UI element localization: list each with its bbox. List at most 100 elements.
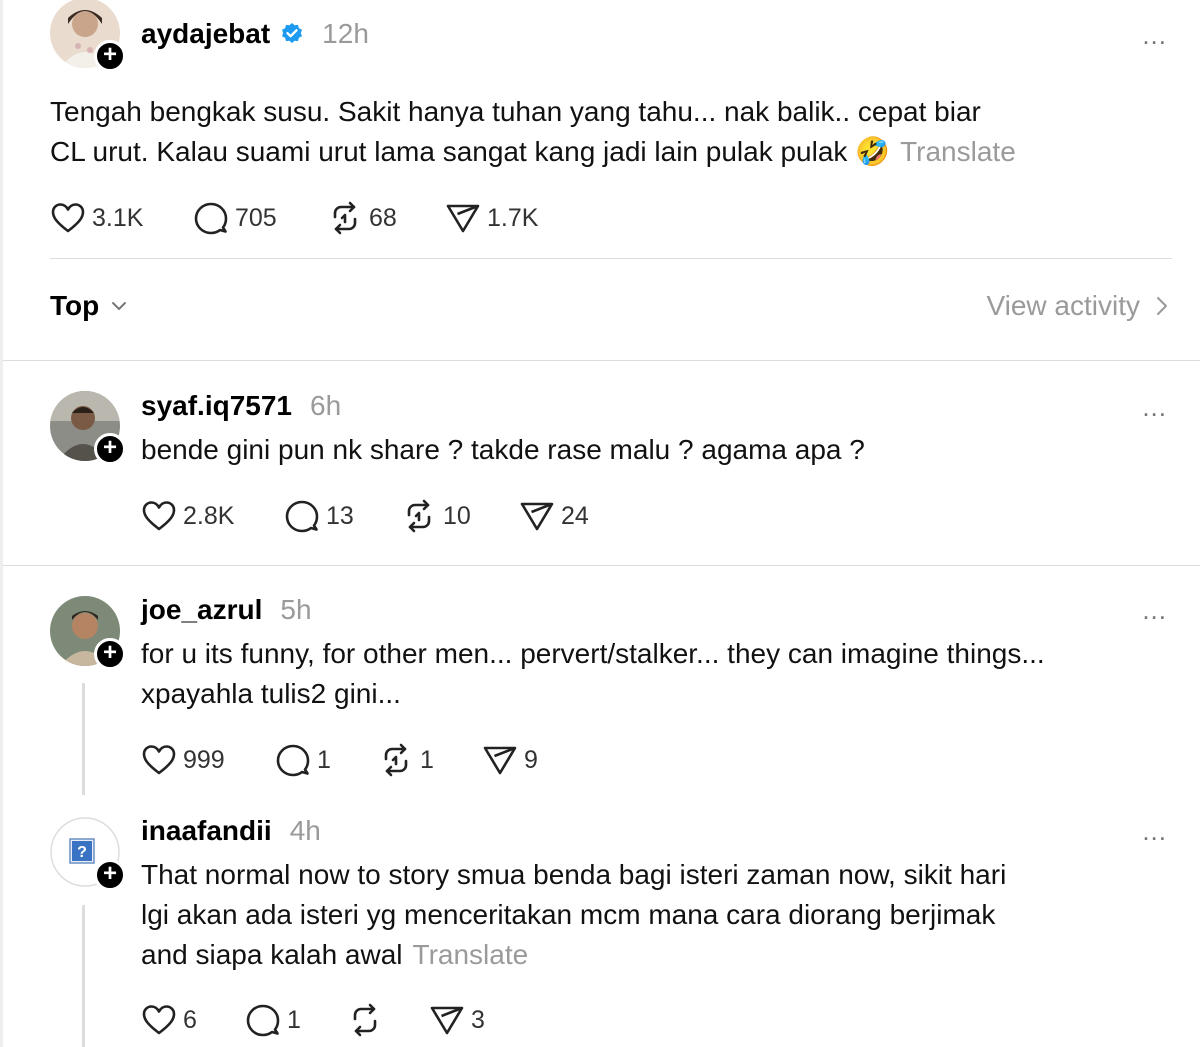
repost-count: 10 (443, 501, 471, 530)
repost-button[interactable]: 68 (327, 200, 445, 236)
reply-count: 1 (317, 745, 331, 774)
translate-link[interactable]: Translate (900, 136, 1016, 167)
avatar[interactable]: + (50, 0, 126, 72)
reply-text-line: That normal now to story smua benda bagi… (141, 859, 1007, 890)
post-text-line: CL urut. Kalau suami urut lama sangat ka… (50, 132, 1150, 172)
reply-text-line: for u its funny, for other men... perver… (141, 638, 1045, 669)
like-count: 3.1K (92, 203, 144, 232)
heart-icon (142, 501, 176, 531)
main-post: + aydajebat 12h ... Tengah bengkak susu.… (0, 0, 1200, 260)
reply-button[interactable]: 1 (245, 1002, 347, 1038)
chevron-right-icon (1157, 297, 1167, 315)
avatar[interactable]: + (50, 596, 126, 670)
reply-count: 1 (287, 1005, 301, 1034)
reply-text: bende gini pun nk share ? takde rase mal… (141, 434, 865, 465)
reply-time: 5h (280, 594, 312, 625)
reply-post: + syaf.iq7571 6h ... bende gini pun nk s… (0, 360, 1200, 565)
avatar[interactable]: ? + (50, 817, 126, 891)
share-count: 9 (524, 745, 538, 774)
more-options-button[interactable]: ... (1142, 22, 1167, 48)
rofl-emoji: 🤣 (855, 136, 891, 167)
like-button[interactable]: 2.8K (141, 498, 284, 534)
view-activity-label: View activity (986, 290, 1140, 321)
share-button[interactable]: 1.7K (445, 200, 538, 236)
follow-plus-button[interactable]: + (94, 638, 126, 670)
reply-actions: 6 1 3 (141, 1002, 485, 1038)
svg-text:?: ? (77, 844, 87, 861)
reply-header: syaf.iq7571 6h (141, 388, 341, 424)
follow-plus-button[interactable]: + (94, 40, 126, 72)
username[interactable]: syaf.iq7571 (141, 390, 292, 422)
comment-icon (285, 500, 319, 533)
reply-post: ? + inaafandii 4h ... That normal now to… (0, 800, 1200, 1047)
comment-icon (194, 202, 228, 235)
send-icon (483, 746, 517, 775)
reply-text-line: xpayahla tulis2 gini... (141, 678, 401, 709)
more-options-button[interactable]: ... (1142, 818, 1167, 844)
repost-button[interactable] (347, 1002, 429, 1038)
reply-actions: 999 1 1 9 (141, 742, 538, 778)
reply-button[interactable]: 1 (275, 742, 378, 778)
username[interactable]: inaafandii (141, 815, 272, 847)
follow-plus-button[interactable]: + (94, 859, 126, 891)
like-count: 6 (183, 1005, 197, 1034)
chevron-down-icon (112, 302, 127, 310)
like-button[interactable]: 6 (141, 1002, 245, 1038)
send-icon (520, 502, 554, 531)
share-count: 24 (561, 501, 589, 530)
reply-header: joe_azrul 5h (141, 592, 312, 628)
post-header: aydajebat 12h (141, 16, 369, 52)
repost-icon (384, 743, 408, 777)
post-actions: 3.1K 705 68 1.7K (50, 200, 538, 236)
share-button[interactable]: 24 (519, 498, 589, 534)
avatar[interactable]: + (50, 391, 126, 465)
reply-count: 705 (235, 203, 277, 232)
heart-icon (142, 1005, 176, 1035)
comment-icon (276, 744, 310, 777)
reply-post: + joe_azrul 5h ... for u its funny, for … (0, 565, 1200, 815)
follow-plus-button[interactable]: + (94, 433, 126, 465)
repost-icon (353, 1003, 377, 1037)
reply-text-line-content: and siapa kalah awal (141, 939, 403, 970)
comment-icon (246, 1004, 280, 1037)
sort-dropdown[interactable]: Top (50, 290, 129, 322)
reply-text: That normal now to story smua benda bagi… (141, 855, 1141, 975)
like-button[interactable]: 999 (141, 742, 275, 778)
post-time: 12h (322, 18, 369, 49)
reply-time: 4h (289, 815, 321, 846)
username[interactable]: aydajebat (141, 18, 270, 50)
post-text: Tengah bengkak susu. Sakit hanya tuhan y… (50, 92, 1150, 172)
thread-line (82, 683, 85, 795)
send-icon (430, 1006, 464, 1035)
repost-icon (333, 201, 357, 235)
heart-icon (142, 745, 176, 775)
reply-header: inaafandii 4h (141, 813, 321, 849)
reply-text-line: and siapa kalah awal Translate (141, 935, 1141, 975)
like-button[interactable]: 3.1K (50, 200, 193, 236)
repost-button[interactable]: 10 (401, 498, 519, 534)
view-activity-link[interactable]: View activity (986, 290, 1172, 322)
share-button[interactable]: 3 (429, 1002, 485, 1038)
reply-text-line: lgi akan ada isteri yg menceritakan mcm … (141, 899, 996, 930)
reply-text: for u its funny, for other men... perver… (141, 634, 1141, 714)
verified-badge-icon (282, 23, 303, 43)
reply-count: 13 (326, 501, 354, 530)
share-button[interactable]: 9 (482, 742, 538, 778)
reply-button[interactable]: 13 (284, 498, 401, 534)
send-icon (446, 204, 480, 233)
reply-button[interactable]: 705 (193, 200, 327, 236)
more-options-button[interactable]: ... (1142, 394, 1167, 420)
repost-count: 1 (420, 745, 434, 774)
reply-actions: 2.8K 13 10 24 (141, 498, 589, 534)
sort-label: Top (50, 290, 100, 321)
share-count: 3 (471, 1005, 485, 1034)
share-count: 1.7K (487, 203, 539, 232)
username[interactable]: joe_azrul (141, 594, 262, 626)
sort-bar: Top View activity (50, 290, 1172, 334)
more-options-button[interactable]: ... (1142, 597, 1167, 623)
repost-icon (407, 499, 431, 533)
like-count: 999 (183, 745, 225, 774)
post-text-line: Tengah bengkak susu. Sakit hanya tuhan y… (50, 96, 981, 127)
repost-button[interactable]: 1 (378, 742, 482, 778)
translate-link[interactable]: Translate (413, 939, 529, 970)
